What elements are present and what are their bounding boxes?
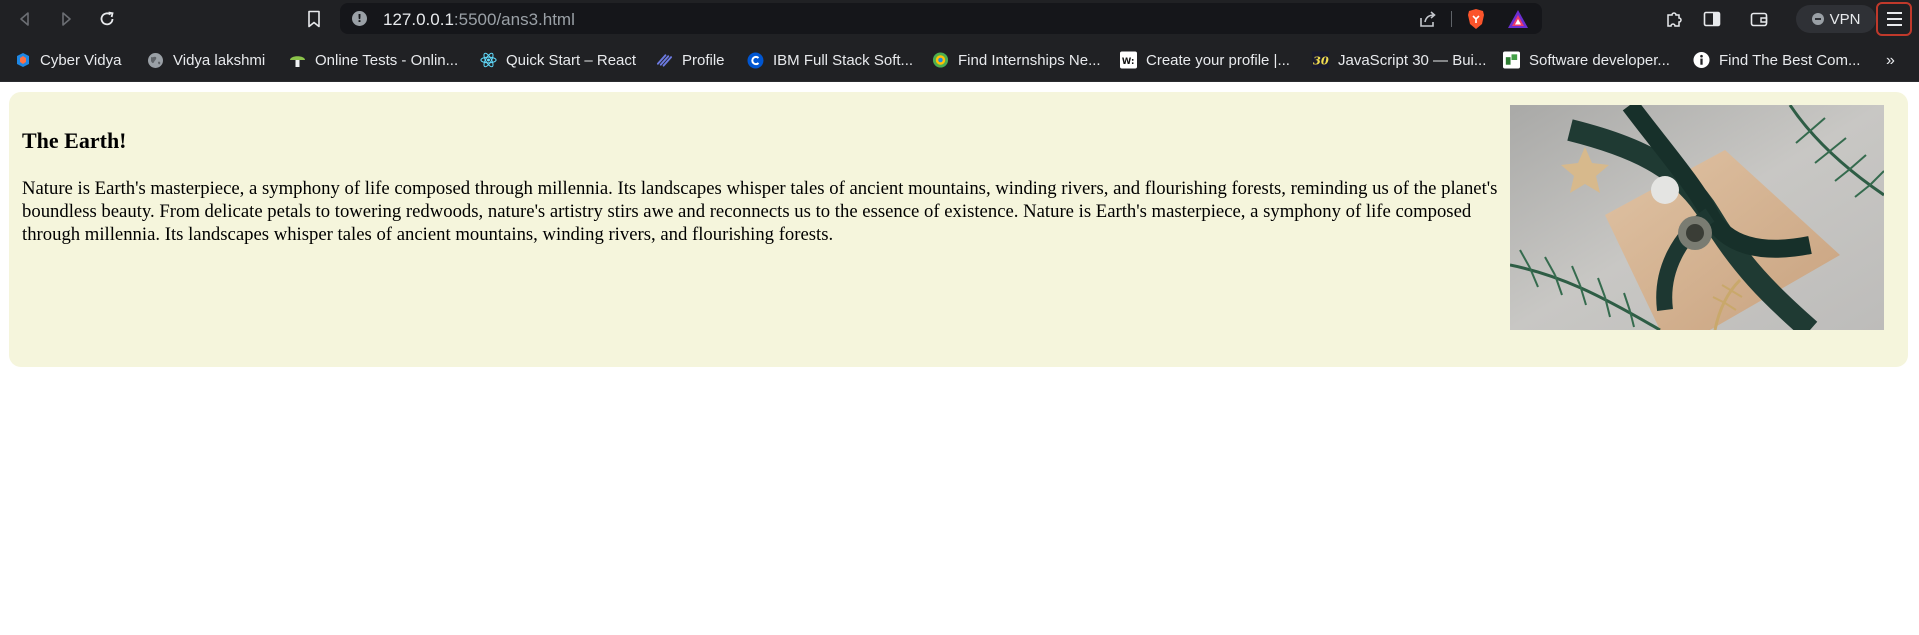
cyber-vidya-icon <box>14 52 31 69</box>
bookmark-icon <box>308 10 320 28</box>
bookmark-label: Create your profile |... <box>1146 51 1290 69</box>
wallet-button[interactable] <box>1748 8 1770 30</box>
react-icon <box>480 52 497 69</box>
bookmark-item[interactable]: Cyber Vidya <box>14 48 121 72</box>
globe-icon <box>147 52 164 69</box>
gift-photo <box>1510 105 1884 330</box>
back-arrow-icon <box>20 12 29 26</box>
share-icon[interactable] <box>1418 9 1438 29</box>
hamburger-icon <box>1886 12 1902 14</box>
svg-text:W:: W: <box>1122 57 1135 67</box>
bookmark-page-button[interactable] <box>301 6 327 32</box>
address-bar[interactable]: ! 127.0.0.1:5500/ans3.html <box>340 3 1542 34</box>
bookmark-label: Online Tests - Onlin... <box>315 51 459 69</box>
bookmark-item[interactable]: W: Create your profile |... <box>1120 48 1290 72</box>
bookmark-item[interactable]: Quick Start – React <box>480 48 636 72</box>
bookmark-label: Quick Start – React <box>506 51 637 69</box>
main-menu-button[interactable] <box>1876 2 1912 36</box>
puzzle-icon <box>1667 12 1682 27</box>
bookmark-item[interactable]: Find The Best Com... <box>1693 48 1860 72</box>
bookmark-item[interactable]: Online Tests - Onlin... <box>289 48 458 72</box>
w-icon: W: <box>1120 51 1137 69</box>
page-paragraph: Nature is Earth's masterpiece, a symphon… <box>22 178 1498 245</box>
bookmark-label: Software developer... <box>1529 51 1670 69</box>
vpn-button[interactable]: VPN <box>1796 5 1876 33</box>
mushroom-icon <box>289 52 306 69</box>
bookmark-label: JavaScript 30 — Bui... <box>1338 51 1487 69</box>
content-card: The Earth! Nature is Earth's masterpiece… <box>9 92 1908 367</box>
page-title: The Earth! <box>22 128 127 153</box>
vpn-label: VPN <box>1829 10 1861 28</box>
bookmark-label: Vidya lakshmi <box>173 51 266 69</box>
bookmark-item[interactable]: 30 JavaScript 30 — Bui... <box>1312 48 1486 72</box>
url-divider <box>1451 11 1452 27</box>
brave-shields-icon[interactable] <box>1466 8 1486 30</box>
bookmark-label: Profile <box>682 51 725 69</box>
internship-icon <box>932 52 949 69</box>
browser-toolbar: ! 127.0.0.1:5500/ans3.html VPN <box>0 0 1919 38</box>
back-button[interactable] <box>12 6 38 32</box>
url-text[interactable]: 127.0.0.1:5500/ans3.html <box>383 10 575 30</box>
sidebar-icon <box>1703 11 1721 27</box>
sidebar-toggle-button[interactable] <box>1701 8 1723 30</box>
bookmark-label: Find The Best Com... <box>1719 51 1861 69</box>
vpn-status-icon <box>1811 13 1824 25</box>
site-info-icon[interactable]: ! <box>352 11 367 26</box>
js30-icon: 30 <box>1312 51 1329 69</box>
bookmark-label: IBM Full Stack Soft... <box>773 51 914 69</box>
rewards-icon[interactable] <box>1507 9 1529 29</box>
profile-icon <box>656 52 673 69</box>
reload-icon <box>100 11 114 26</box>
bookmark-item[interactable]: Vidya lakshmi <box>147 48 265 72</box>
reload-button[interactable] <box>94 6 120 32</box>
info-icon <box>1693 51 1710 69</box>
svg-text:30: 30 <box>1313 54 1329 68</box>
coursera-icon <box>747 52 764 69</box>
bookmark-item[interactable]: Software developer... <box>1503 48 1670 72</box>
bookmark-item[interactable]: IBM Full Stack Soft... <box>747 48 913 72</box>
bookmarks-bar: Cyber Vidya Vidya lakshmi Online Tests -… <box>0 38 1919 82</box>
bookmark-label: Cyber Vidya <box>40 51 122 69</box>
forward-button[interactable] <box>53 6 79 32</box>
extensions-button[interactable] <box>1663 8 1685 30</box>
forward-arrow-icon <box>62 12 71 26</box>
more-bookmarks-button[interactable]: » <box>1886 52 1895 70</box>
naukri-icon <box>1503 51 1520 69</box>
wallet-icon <box>1750 12 1768 27</box>
bookmark-item[interactable]: Find Internships Ne... <box>932 48 1101 72</box>
bookmark-item[interactable]: Profile <box>656 48 725 72</box>
bookmark-label: Find Internships Ne... <box>958 51 1101 69</box>
